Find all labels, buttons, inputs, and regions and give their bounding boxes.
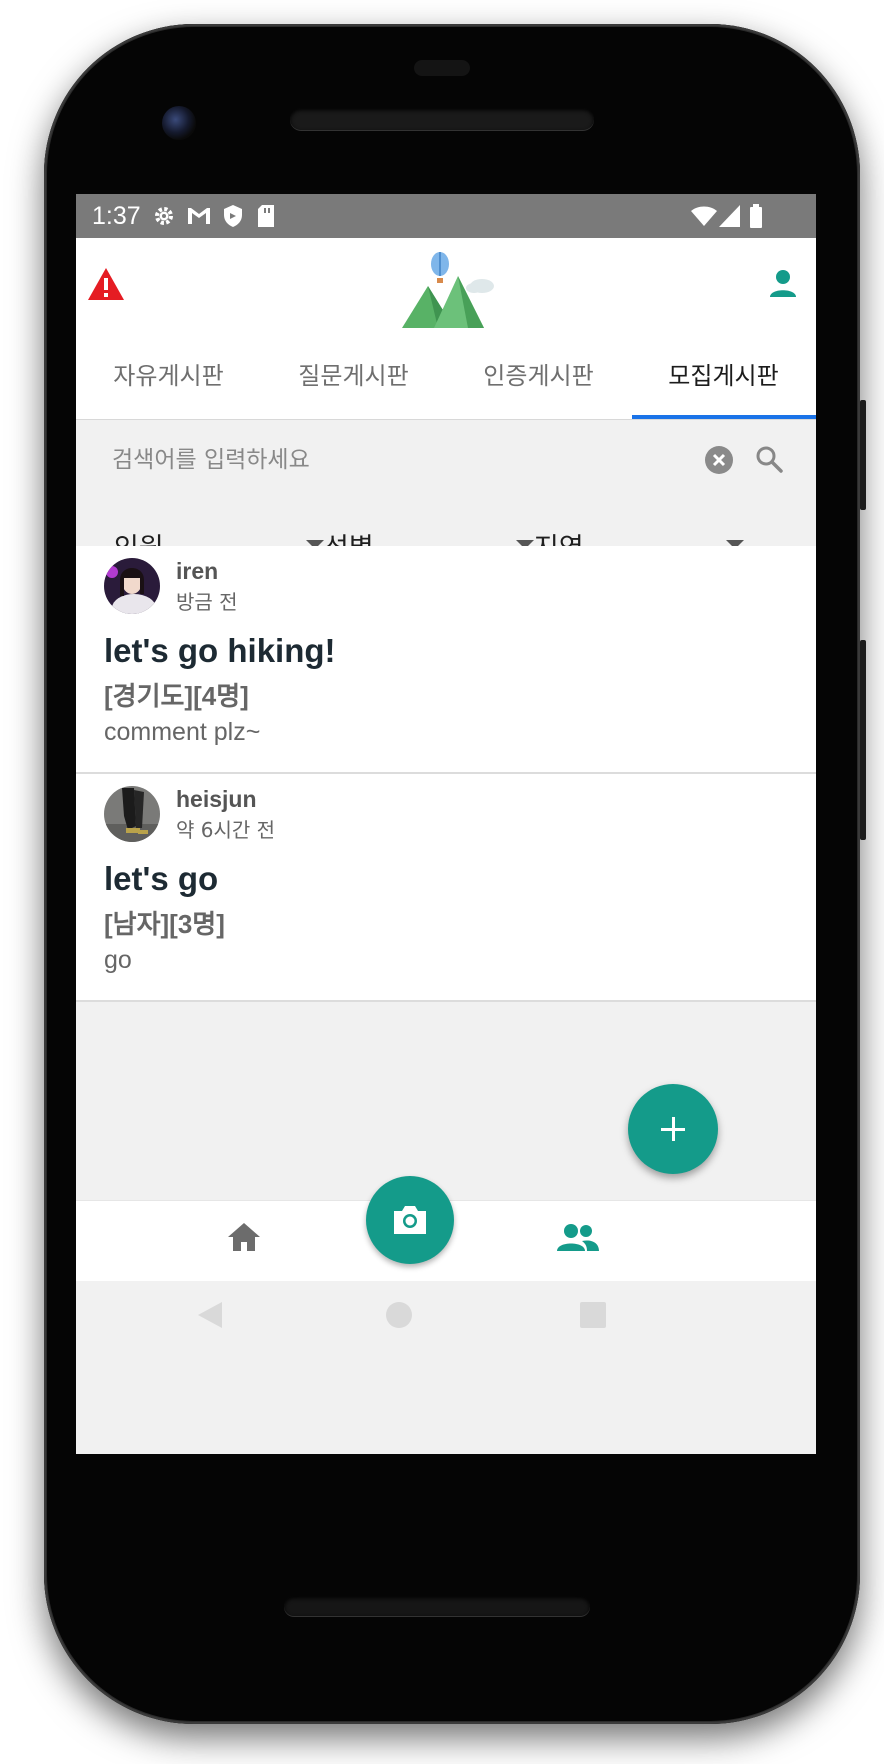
app-logo <box>398 250 498 334</box>
bottom-speaker <box>284 1596 590 1616</box>
add-post-button[interactable] <box>628 1084 718 1174</box>
post-title: let's go hiking! <box>104 632 336 669</box>
signal-icon <box>718 204 742 235</box>
screen: 1:37 자유게시판 질문게시판 인증게시판 모집게시판 검색어를 입력하세요 … <box>76 194 816 1454</box>
home-circle-icon[interactable] <box>386 1302 412 1328</box>
tab-question-board[interactable]: 질문게시판 <box>261 333 446 419</box>
gmail-icon <box>186 204 212 235</box>
search-bar <box>76 420 816 500</box>
tab-certification-board[interactable]: 인증게시판 <box>446 333 631 419</box>
tab-free-board[interactable]: 자유게시판 <box>76 333 261 419</box>
sd-card-icon <box>256 204 276 235</box>
post-list: iren 방금 전 let's go hiking! [경기도][4명] com… <box>76 546 816 1002</box>
proximity-sensor <box>414 60 470 76</box>
board-tabs: 자유게시판 질문게시판 인증게시판 모집게시판 <box>76 333 816 420</box>
volume-button <box>860 640 866 840</box>
post-timestamp: 약 6시간 전 <box>176 818 276 842</box>
status-time: 1:37 <box>92 202 141 230</box>
post-timestamp: 방금 전 <box>176 590 238 614</box>
post-item[interactable]: heisjun 약 6시간 전 let's go [남자][3명] go <box>76 774 816 1002</box>
tab-recruitment-board[interactable]: 모집게시판 <box>631 333 816 419</box>
post-body: go <box>104 946 132 974</box>
clear-icon[interactable] <box>704 445 734 479</box>
avatar[interactable] <box>104 558 160 614</box>
profile-icon[interactable] <box>768 268 798 302</box>
search-icon[interactable] <box>754 444 784 478</box>
search-input[interactable] <box>112 420 632 500</box>
shield-icon <box>222 204 244 235</box>
settings-icon <box>152 204 176 235</box>
battery-icon <box>748 204 764 235</box>
post-item[interactable]: iren 방금 전 let's go hiking! [경기도][4명] com… <box>76 546 816 774</box>
home-icon[interactable] <box>226 1221 262 1257</box>
post-title: let's go <box>104 860 219 897</box>
power-button <box>860 400 866 510</box>
earpiece-speaker <box>290 108 594 130</box>
post-body: comment plz~ <box>104 718 261 746</box>
avatar[interactable] <box>104 786 160 842</box>
status-bar: 1:37 <box>76 194 816 238</box>
post-author: heisjun <box>176 786 257 812</box>
front-camera <box>162 106 196 140</box>
wifi-icon <box>690 204 718 235</box>
post-author: iren <box>176 558 219 584</box>
recents-icon[interactable] <box>580 1302 606 1328</box>
back-icon[interactable] <box>196 1300 224 1334</box>
camera-button[interactable] <box>366 1176 454 1264</box>
post-tags: [경기도][4명] <box>104 681 249 711</box>
camera-icon <box>394 1206 426 1234</box>
app-bar <box>76 238 816 333</box>
post-tags: [남자][3명] <box>104 909 225 939</box>
system-navigation <box>76 1280 816 1360</box>
warning-icon[interactable] <box>86 266 126 306</box>
tab-indicator <box>632 415 816 419</box>
group-icon[interactable] <box>556 1223 600 1257</box>
